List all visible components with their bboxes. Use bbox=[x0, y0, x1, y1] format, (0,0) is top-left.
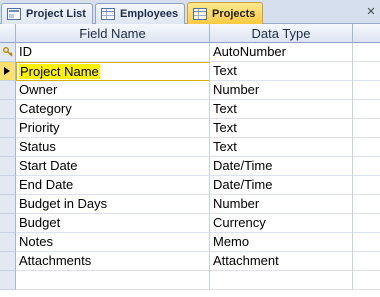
data-type-cell[interactable]: AutoNumber bbox=[210, 43, 353, 62]
field-name-cell[interactable]: Budget bbox=[16, 214, 210, 233]
tab-label: Project List bbox=[26, 8, 86, 20]
data-type-cell[interactable]: Text bbox=[210, 100, 353, 119]
description-cell[interactable] bbox=[353, 157, 380, 176]
tab-project-list[interactable]: Project List bbox=[1, 3, 93, 24]
field-name-text: End Date bbox=[19, 177, 74, 192]
row-selector-header[interactable] bbox=[0, 24, 16, 43]
row-selector[interactable] bbox=[0, 157, 16, 176]
description-cell[interactable] bbox=[353, 81, 380, 100]
field-name-cell[interactable]: Start Date bbox=[16, 157, 210, 176]
primary-key-icon bbox=[3, 47, 13, 57]
field-name-text: Status bbox=[19, 139, 56, 154]
close-icon[interactable]: ✕ bbox=[365, 6, 377, 18]
tab-label: Projects bbox=[212, 8, 256, 20]
row-selector[interactable] bbox=[0, 100, 16, 119]
data-type-cell[interactable]: Text bbox=[210, 62, 353, 81]
data-type-cell[interactable]: Memo bbox=[210, 233, 353, 252]
data-type-cell[interactable]: Text bbox=[210, 138, 353, 157]
column-header-description[interactable] bbox=[353, 24, 380, 43]
table-row[interactable]: Status Text bbox=[0, 138, 380, 157]
table-row[interactable]: Priority Text bbox=[0, 119, 380, 138]
row-selector[interactable] bbox=[0, 62, 16, 81]
field-name-cell[interactable]: Budget in Days bbox=[16, 195, 210, 214]
description-cell[interactable] bbox=[353, 138, 380, 157]
field-name-text: Category bbox=[19, 101, 72, 116]
field-name-cell[interactable] bbox=[16, 271, 210, 290]
field-name-cell[interactable]: Priority bbox=[16, 119, 210, 138]
data-type-cell[interactable]: Number bbox=[210, 195, 353, 214]
tab-projects[interactable]: Projects bbox=[187, 2, 263, 25]
column-header-data-type[interactable]: Data Type bbox=[210, 24, 353, 43]
field-name-text: ID bbox=[19, 44, 32, 59]
table-row[interactable] bbox=[0, 271, 380, 290]
table-row[interactable]: Budget Currency bbox=[0, 214, 380, 233]
field-name-cell[interactable]: Status bbox=[16, 138, 210, 157]
row-selector[interactable] bbox=[0, 138, 16, 157]
row-selector[interactable] bbox=[0, 271, 16, 290]
table-row[interactable]: Notes Memo bbox=[0, 233, 380, 252]
current-row-pointer-icon bbox=[4, 67, 10, 75]
field-name-text: Start Date bbox=[19, 158, 78, 173]
data-type-cell[interactable]: Date/Time bbox=[210, 176, 353, 195]
field-name-cell[interactable]: ID bbox=[16, 43, 210, 62]
field-name-text: Budget in Days bbox=[19, 196, 108, 211]
row-selector[interactable] bbox=[0, 214, 16, 233]
description-cell[interactable] bbox=[353, 252, 380, 271]
field-name-text: Owner bbox=[19, 82, 58, 97]
row-selector[interactable] bbox=[0, 119, 16, 138]
row-selector[interactable] bbox=[0, 233, 16, 252]
table-icon bbox=[193, 8, 207, 20]
table-row[interactable]: Owner Number bbox=[0, 81, 380, 100]
table-row[interactable]: ID AutoNumber bbox=[0, 43, 380, 62]
row-selector[interactable] bbox=[0, 252, 16, 271]
description-cell[interactable] bbox=[353, 119, 380, 138]
field-name-text: Budget bbox=[19, 215, 61, 230]
field-name-cell[interactable]: Notes bbox=[16, 233, 210, 252]
table-row[interactable]: End Date Date/Time bbox=[0, 176, 380, 195]
table-icon bbox=[101, 8, 115, 20]
description-cell[interactable] bbox=[353, 271, 380, 290]
table-row[interactable]: Attachments Attachment bbox=[0, 252, 380, 271]
form-icon bbox=[7, 8, 21, 20]
field-name-cell[interactable]: Owner bbox=[16, 81, 210, 100]
field-name-cell[interactable]: Category bbox=[16, 100, 210, 119]
field-name-text: Priority bbox=[19, 120, 60, 135]
column-header-field-name[interactable]: Field Name bbox=[16, 24, 210, 43]
table-row[interactable]: Start Date Date/Time bbox=[0, 157, 380, 176]
description-cell[interactable] bbox=[353, 233, 380, 252]
data-type-cell[interactable]: Date/Time bbox=[210, 157, 353, 176]
data-type-cell[interactable]: Currency bbox=[210, 214, 353, 233]
field-name-text: Notes bbox=[19, 234, 53, 249]
row-selector[interactable] bbox=[0, 81, 16, 100]
description-cell[interactable] bbox=[353, 176, 380, 195]
description-cell[interactable] bbox=[353, 195, 380, 214]
description-cell[interactable] bbox=[353, 62, 380, 81]
tab-label: Employees bbox=[120, 8, 179, 20]
description-cell[interactable] bbox=[353, 100, 380, 119]
document-tab-strip: Project List Employees Projects ✕ bbox=[0, 0, 380, 25]
field-name-cell[interactable]: End Date bbox=[16, 176, 210, 195]
field-name-cell[interactable]: Project Name bbox=[16, 62, 210, 81]
description-cell[interactable] bbox=[353, 43, 380, 62]
field-name-text: Attachments bbox=[19, 253, 92, 268]
data-type-cell[interactable]: Number bbox=[210, 81, 353, 100]
field-name-cell[interactable]: Attachments bbox=[16, 252, 210, 271]
row-selector[interactable] bbox=[0, 176, 16, 195]
row-selector[interactable] bbox=[0, 43, 16, 62]
table-row[interactable]: Category Text bbox=[0, 100, 380, 119]
table-row[interactable]: Project Name Text bbox=[0, 62, 380, 81]
row-selector[interactable] bbox=[0, 195, 16, 214]
tab-employees[interactable]: Employees bbox=[95, 3, 185, 24]
field-name-text: Project Name bbox=[19, 64, 100, 79]
table-row[interactable]: Budget in Days Number bbox=[0, 195, 380, 214]
description-cell[interactable] bbox=[353, 214, 380, 233]
data-type-cell[interactable]: Text bbox=[210, 119, 353, 138]
data-type-cell[interactable]: Attachment bbox=[210, 252, 353, 271]
data-type-cell[interactable] bbox=[210, 271, 353, 290]
